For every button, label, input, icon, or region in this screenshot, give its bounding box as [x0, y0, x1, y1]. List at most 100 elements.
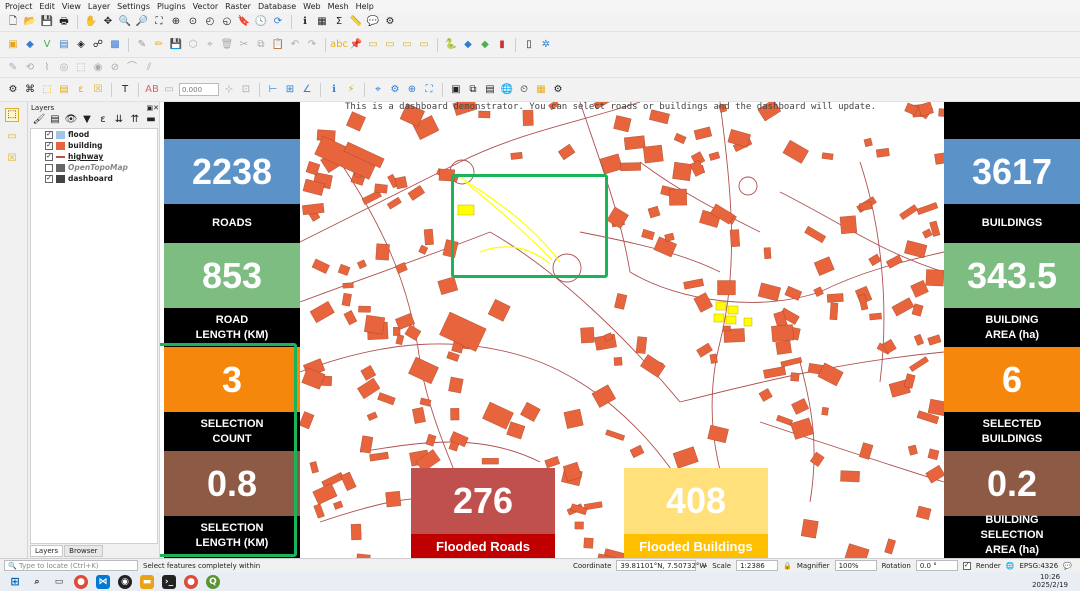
menu-item-settings[interactable]: Settings — [117, 2, 150, 11]
vscode-icon[interactable]: ⋈ — [96, 574, 110, 589]
building-154[interactable] — [907, 444, 918, 456]
building-62[interactable] — [891, 297, 915, 317]
scale-combo[interactable]: 0.000 — [179, 83, 219, 96]
pan-icon[interactable]: ✋ — [84, 15, 98, 29]
add-mesh-icon[interactable]: ◈ — [74, 38, 88, 52]
building-5[interactable] — [583, 537, 594, 549]
building-11[interactable] — [386, 196, 402, 210]
building-133[interactable] — [629, 444, 645, 459]
building-89[interactable] — [782, 139, 809, 164]
attribute-table-icon[interactable]: ▦ — [315, 15, 329, 29]
building-163[interactable] — [885, 254, 903, 269]
layer-visibility-checkbox[interactable]: ✓ — [45, 130, 53, 139]
add-ring-icon[interactable]: ◎ — [57, 61, 71, 75]
building-53[interactable] — [813, 286, 824, 297]
qq-icon[interactable]: ◉ — [118, 574, 132, 589]
building-211[interactable] — [635, 336, 648, 354]
task-view-icon[interactable]: ▭ — [52, 575, 66, 589]
add-feature-icon[interactable]: ⬡ — [186, 38, 200, 52]
globe-icon[interactable]: 🌐 — [500, 83, 514, 97]
building-169[interactable] — [357, 377, 381, 400]
building-17[interactable] — [709, 353, 718, 364]
building-132[interactable] — [375, 243, 390, 261]
cut-icon[interactable]: ✂ — [237, 38, 251, 52]
python-console-icon[interactable]: 🐍 — [444, 38, 458, 52]
building-199[interactable] — [312, 483, 338, 505]
delete-selected-icon[interactable]: 🗑 — [220, 38, 234, 52]
label-change-icon[interactable]: ▭ — [417, 38, 431, 52]
building-224[interactable] — [591, 384, 616, 408]
fill-ring-icon[interactable]: ◉ — [91, 61, 105, 75]
open-project-icon[interactable]: 📂 — [23, 15, 37, 29]
zoom-next-icon[interactable]: ◵ — [220, 15, 234, 29]
render-checkbox[interactable]: ✓ — [962, 561, 971, 570]
label-show-icon[interactable]: ▭ — [366, 38, 380, 52]
zoom-in-icon[interactable]: 🔍 — [118, 15, 132, 29]
tab-browser[interactable]: Browser — [64, 545, 103, 557]
building-134[interactable] — [374, 183, 388, 194]
building-87[interactable] — [763, 247, 772, 259]
paste-icon[interactable]: 📋 — [271, 38, 285, 52]
snapping-icon[interactable]: ⊹ — [222, 83, 236, 97]
digitize-icon[interactable]: ✎ — [135, 38, 149, 52]
label-icon[interactable]: abc — [330, 38, 348, 52]
bookmark-icon[interactable]: 🔖 — [237, 15, 251, 29]
building-212[interactable] — [790, 417, 815, 440]
menu-item-database[interactable]: Database — [258, 2, 296, 11]
building-73[interactable] — [780, 357, 803, 368]
building-116[interactable] — [366, 411, 378, 421]
building-86[interactable] — [342, 282, 354, 289]
add-wms-icon[interactable]: ▩ — [108, 38, 122, 52]
select-by-value-icon[interactable]: ▤ — [57, 83, 71, 97]
select-tool-icon[interactable]: ⬚ — [5, 108, 19, 122]
building-162[interactable] — [727, 129, 751, 148]
menu-item-view[interactable]: View — [62, 2, 81, 11]
building-210[interactable] — [418, 244, 429, 255]
building-182[interactable] — [313, 503, 325, 519]
building-121[interactable] — [377, 392, 396, 406]
building-144[interactable] — [664, 232, 675, 242]
menu-item-edit[interactable]: Edit — [39, 2, 55, 11]
measure-icon[interactable]: 📏 — [349, 15, 363, 29]
deselect-all-icon[interactable]: ☒ — [5, 152, 19, 166]
advanced-digitize-icon[interactable]: ✎ — [6, 61, 20, 75]
chart-plugin-icon[interactable]: ▮ — [495, 38, 509, 52]
building-232[interactable] — [821, 152, 834, 160]
menu-item-vector[interactable]: Vector — [193, 2, 219, 11]
offset-curve-icon[interactable]: ⫽ — [142, 61, 156, 75]
filter-legend-icon[interactable]: ε — [96, 113, 110, 127]
building-84[interactable] — [614, 293, 628, 310]
building-143[interactable] — [311, 258, 330, 274]
building-63[interactable] — [868, 253, 882, 267]
building-139[interactable] — [574, 521, 584, 530]
new-project-icon[interactable]: 🗋 — [6, 15, 20, 29]
selected-building-5[interactable] — [743, 317, 753, 327]
building-101[interactable] — [613, 115, 632, 133]
building-38[interactable] — [717, 280, 736, 296]
building-7[interactable] — [446, 351, 460, 362]
measure-angle-icon[interactable]: ∠ — [300, 83, 314, 97]
layer-labeling-icon[interactable]: AB — [145, 83, 159, 97]
building-79[interactable] — [510, 152, 523, 160]
vertex-tool-icon[interactable]: ⌖ — [203, 38, 217, 52]
building-114[interactable] — [394, 262, 408, 274]
building-153[interactable] — [309, 461, 319, 474]
building-16[interactable] — [844, 543, 870, 558]
statistics-icon[interactable]: Σ — [332, 15, 346, 29]
building-193[interactable] — [343, 310, 358, 326]
layer-row-flood[interactable]: ✓ flood — [31, 129, 157, 140]
select-by-area-icon[interactable]: ▭ — [5, 130, 19, 144]
building-152[interactable] — [321, 472, 345, 489]
deselect-icon[interactable]: ☒ — [91, 83, 105, 97]
chrome-icon[interactable]: ● — [74, 574, 88, 589]
data-source-manager-icon[interactable]: ▣ — [6, 38, 20, 52]
identify-features-icon[interactable]: ℹ — [327, 83, 341, 97]
add-part-icon[interactable]: ⬚ — [74, 61, 88, 75]
building-203[interactable] — [804, 225, 827, 244]
building-69[interactable] — [722, 325, 731, 332]
building-164[interactable] — [859, 201, 873, 212]
identify-icon[interactable]: ℹ — [298, 15, 312, 29]
building-180[interactable] — [916, 202, 939, 215]
building-102[interactable] — [904, 240, 928, 259]
simplify-icon[interactable]: ⌇ — [40, 61, 54, 75]
